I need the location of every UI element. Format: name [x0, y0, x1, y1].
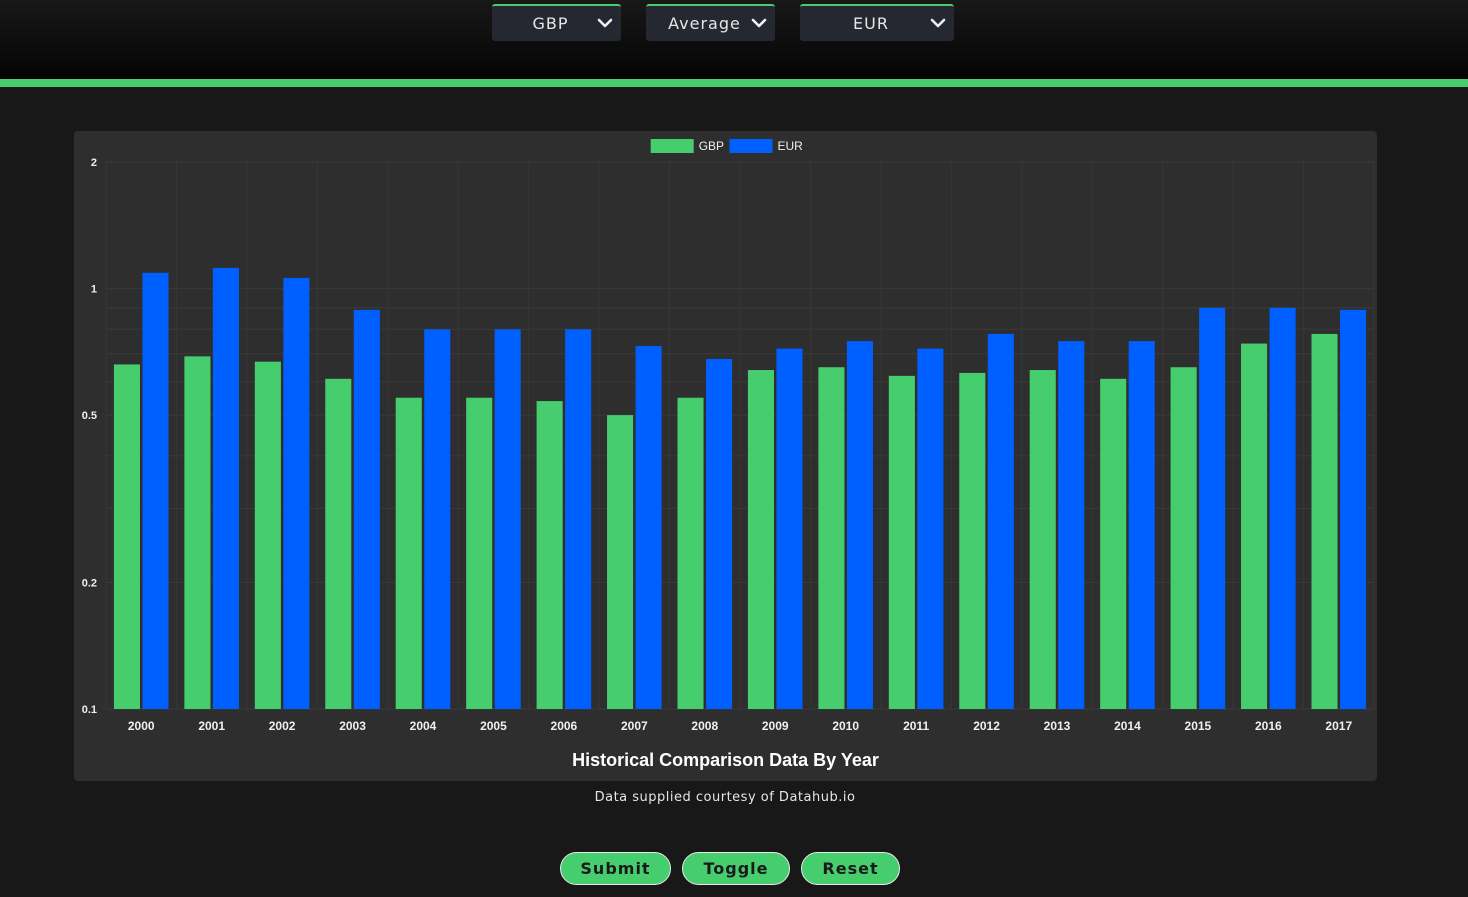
x-tick-label: 2006 [551, 719, 578, 733]
base-currency-value: GBP [532, 14, 569, 33]
x-tick-label: 2007 [621, 719, 648, 733]
x-tick-label: 2003 [339, 719, 366, 733]
bar-gbp-2014 [1100, 378, 1127, 709]
x-tick-label: 2013 [1044, 719, 1071, 733]
x-tick-label: 2014 [1114, 719, 1141, 733]
x-tick-label: 2005 [480, 719, 507, 733]
bar-eur-2014 [1128, 341, 1155, 709]
legend-swatch-eur [729, 139, 773, 153]
y-tick-label: 0.1 [82, 704, 97, 716]
legend-label-eur: EUR [778, 139, 804, 153]
y-tick-label: 1 [91, 284, 97, 296]
comparison-bar-chart: 2 1 0.5 0.2 0.1 2000 2001 2002 2003 2004 2005 2006 2… [82, 139, 1375, 770]
bar-eur-2011 [917, 348, 944, 709]
bar-gbp-2013 [1029, 370, 1056, 709]
x-tick-label: 2017 [1325, 719, 1352, 733]
bar-eur-2015 [1199, 307, 1226, 709]
y-tick-label: 0.2 [82, 577, 97, 589]
x-tick-label: 2001 [198, 719, 225, 733]
bar-gbp-2005 [466, 397, 493, 709]
bar-gbp-2000 [113, 364, 140, 709]
bar-eur-2000 [142, 272, 169, 709]
bar-eur-2017 [1340, 309, 1367, 709]
x-tick-label: 2008 [691, 719, 718, 733]
y-tick-label: 2 [91, 157, 97, 169]
bar-gbp-2002 [254, 361, 281, 709]
bar-eur-2002 [283, 277, 310, 709]
bar-gbp-2006 [536, 401, 563, 709]
statistic-select[interactable]: Average [646, 4, 775, 41]
x-tick-label: 2012 [973, 719, 1000, 733]
bar-gbp-2015 [1170, 367, 1197, 709]
target-currency-select[interactable]: EUR [800, 4, 954, 41]
header-divider [0, 79, 1468, 87]
bar-gbp-2008 [677, 397, 704, 709]
chevron-down-icon [597, 18, 613, 28]
bar-eur-2013 [1058, 341, 1085, 709]
statistic-value: Average [668, 14, 741, 33]
x-tick-label: 2011 [903, 719, 929, 733]
bar-gbp-2012 [959, 372, 986, 709]
bar-eur-2010 [846, 341, 873, 709]
bar-eur-2012 [987, 333, 1014, 709]
bar-gbp-2007 [607, 415, 634, 709]
chevron-down-icon [751, 18, 767, 28]
bar-gbp-2011 [888, 375, 915, 709]
bar-gbp-2010 [818, 367, 845, 709]
chevron-down-icon [930, 18, 946, 28]
bar-gbp-2001 [184, 356, 211, 709]
bar-eur-2008 [706, 358, 733, 709]
x-tick-label: 2004 [410, 719, 437, 733]
y-tick-label: 0.5 [82, 410, 97, 422]
toggle-button[interactable]: Toggle [682, 852, 790, 885]
x-tick-label: 2010 [832, 719, 859, 733]
chart-title: Historical Comparison Data By Year [572, 750, 879, 770]
x-tick-label: 2009 [762, 719, 789, 733]
x-tick-label: 2015 [1185, 719, 1212, 733]
legend-swatch-gbp [650, 139, 694, 153]
chart-panel: 2 1 0.5 0.2 0.1 2000 2001 2002 2003 2004 2005 2006 2… [74, 131, 1377, 781]
bar-eur-2001 [212, 267, 239, 709]
target-currency-value: EUR [853, 14, 889, 33]
base-currency-select[interactable]: GBP [492, 4, 621, 41]
x-tick-label: 2000 [128, 719, 155, 733]
reset-button[interactable]: Reset [801, 852, 900, 885]
bar-eur-2016 [1269, 307, 1296, 709]
data-credit: Data supplied courtesy of Datahub.io [594, 790, 856, 805]
x-tick-label: 2002 [269, 719, 296, 733]
legend-label-gbp: GBP [699, 139, 724, 153]
bar-gbp-2004 [395, 397, 422, 709]
bar-gbp-2017 [1311, 333, 1338, 709]
bar-gbp-2009 [747, 370, 774, 709]
bar-eur-2005 [494, 329, 521, 709]
bar-eur-2003 [353, 309, 380, 709]
x-tick-label: 2016 [1255, 719, 1282, 733]
bar-eur-2009 [776, 348, 803, 709]
submit-button[interactable]: Submit [560, 852, 671, 885]
bar-gbp-2003 [325, 378, 352, 709]
bar-eur-2004 [424, 329, 451, 709]
bar-eur-2007 [635, 346, 662, 709]
bar-gbp-2016 [1241, 343, 1268, 709]
bar-eur-2006 [565, 329, 592, 709]
